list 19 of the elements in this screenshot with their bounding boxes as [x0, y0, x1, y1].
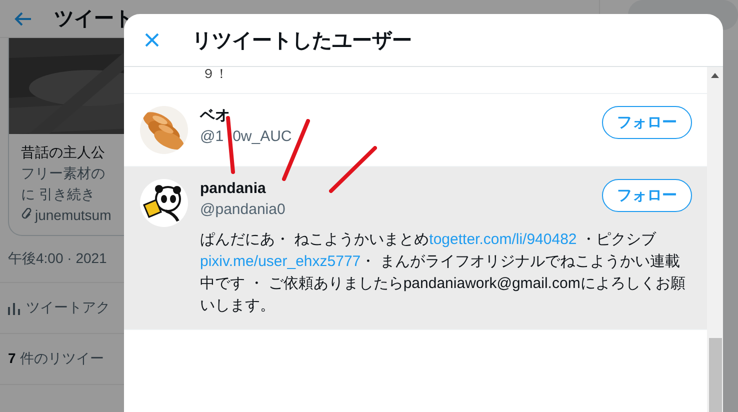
user-row[interactable]: pandania @pandania0 フォロー ぱんだにあ・ ねこようかいまとめtogetter.com/li/940482 ・ピクシブ pixiv.me/user_ehxz5777・ まんがライフオリジナルでねこようかい連載中です ・ ご依頼ありましたらpandaniawork@gmail.comによろしくお願いします。: [124, 167, 707, 330]
scroll-up-icon[interactable]: [711, 73, 719, 78]
card-text: 昔話の主人公: [21, 143, 105, 162]
follow-button[interactable]: フォロー: [602, 106, 692, 139]
card-text: に 引き続き: [21, 185, 95, 204]
scrollbar-thumb[interactable]: [708, 338, 722, 412]
bio-link[interactable]: pixiv.me/user_ehxz5777: [200, 253, 361, 270]
tweet-activity-link[interactable]: ツイートアク: [26, 299, 110, 317]
user-handle: @pandania0: [200, 200, 286, 220]
back-arrow-icon[interactable]: [14, 10, 32, 26]
card-text: フリー素材の: [21, 164, 105, 183]
card-link[interactable]: junemutsum: [35, 205, 112, 225]
follow-button[interactable]: フォロー: [602, 179, 692, 212]
user-name: pandania: [200, 179, 267, 199]
panda-avatar-icon: [140, 179, 188, 227]
page-title: ツイート: [54, 7, 134, 32]
bar-chart-icon: [8, 301, 20, 315]
marker-stroke: [329, 146, 377, 193]
scrollbar[interactable]: [707, 67, 723, 412]
